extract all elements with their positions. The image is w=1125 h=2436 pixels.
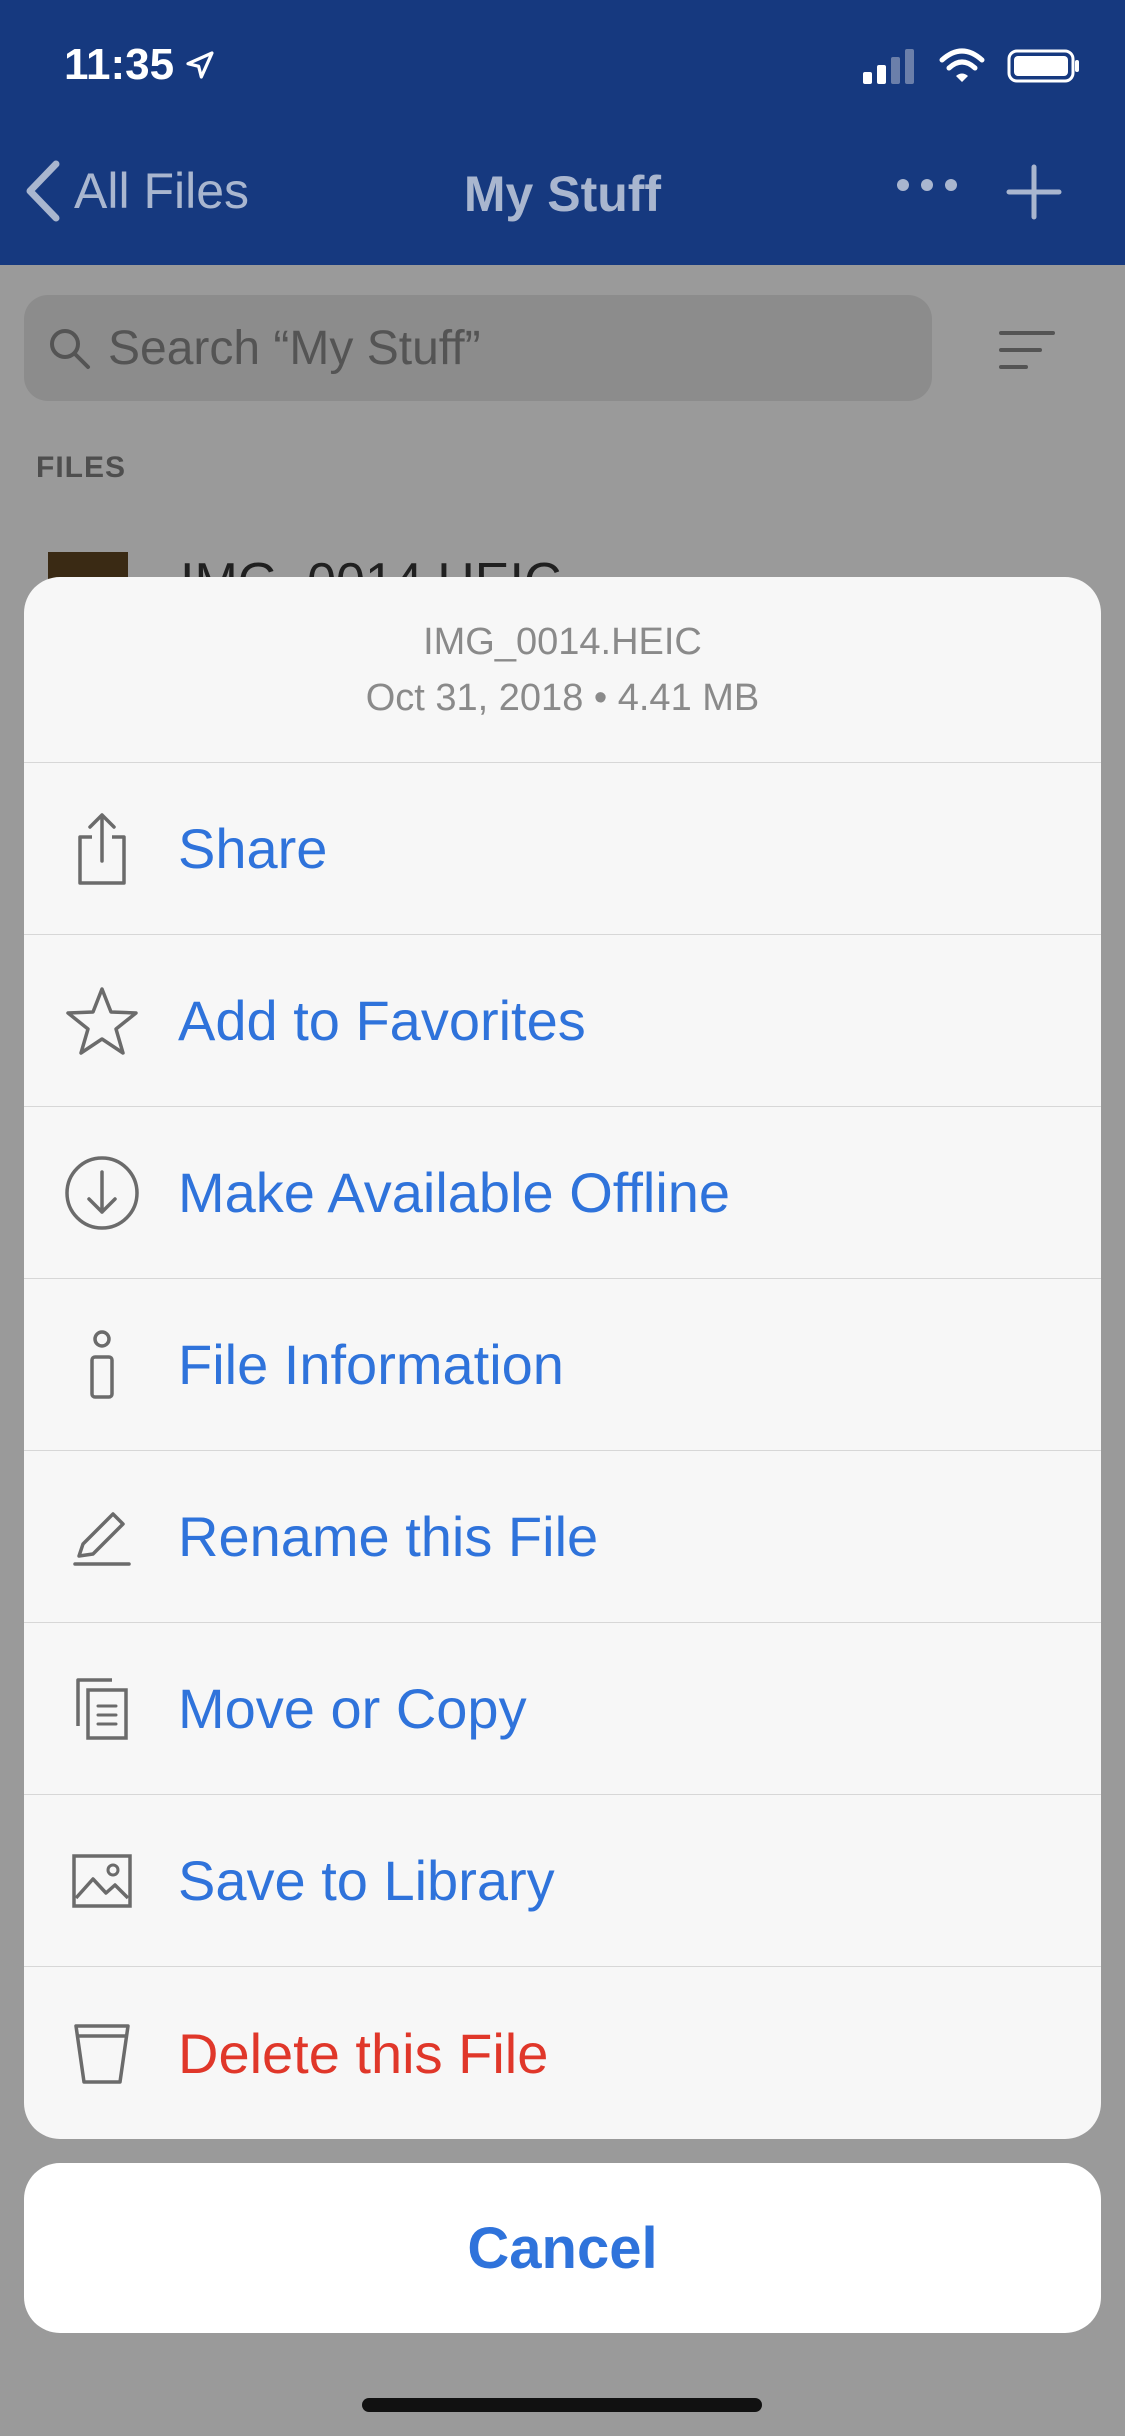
sheet-file-name: IMG_0014.HEIC	[423, 620, 702, 663]
search-placeholder: Search “My Stuff”	[108, 321, 481, 375]
add-button[interactable]	[1005, 163, 1063, 226]
battery-icon	[1007, 49, 1079, 83]
move-or-copy-action[interactable]: Move or Copy	[24, 1623, 1101, 1795]
share-label: Share	[178, 817, 328, 880]
action-sheet-header: IMG_0014.HEIC Oct 31, 2018 • 4.41 MB	[24, 577, 1101, 763]
files-section-label: FILES	[36, 451, 127, 484]
make-available-offline-action[interactable]: Make Available Offline	[24, 1107, 1101, 1279]
star-icon	[60, 979, 144, 1063]
download-circle-icon	[60, 1151, 144, 1235]
delete-file-label: Delete this File	[178, 2021, 549, 2085]
rename-file-label: Rename this File	[178, 1505, 599, 1568]
more-options-button[interactable]	[895, 175, 959, 200]
add-to-favorites-action[interactable]: Add to Favorites	[24, 935, 1101, 1107]
image-icon	[60, 1839, 144, 1923]
status-time-label: 11:35	[64, 40, 175, 89]
status-bar-indicators	[861, 48, 1081, 84]
share-action[interactable]: Share	[24, 763, 1101, 935]
info-icon	[60, 1323, 144, 1407]
file-information-action[interactable]: File Information	[24, 1279, 1101, 1451]
save-to-library-label: Save to Library	[178, 1849, 555, 1912]
cellular-signal-icon	[863, 49, 914, 84]
rename-file-action[interactable]: Rename this File	[24, 1451, 1101, 1623]
save-to-library-action[interactable]: Save to Library	[24, 1795, 1101, 1967]
search-icon	[50, 329, 90, 369]
sort-button[interactable]	[998, 329, 1056, 376]
move-or-copy-label: Move or Copy	[178, 1677, 527, 1740]
search-input[interactable]: Search “My Stuff”	[24, 295, 932, 401]
action-sheet: IMG_0014.HEIC Oct 31, 2018 • 4.41 MB Sha…	[24, 577, 1101, 2139]
add-to-favorites-label: Add to Favorites	[178, 989, 586, 1052]
make-available-offline-label: Make Available Offline	[178, 1161, 731, 1224]
delete-file-action[interactable]: Delete this File	[24, 1967, 1101, 2139]
more-dots-icon	[897, 179, 957, 191]
copy-icon	[60, 1667, 144, 1751]
navigation-header: 11:35 All Files My Stuff	[0, 0, 1125, 265]
trash-icon	[60, 2011, 144, 2095]
sort-lines-icon	[999, 331, 1055, 369]
pencil-icon	[60, 1495, 144, 1579]
location-arrow-icon	[186, 51, 214, 79]
file-information-label: File Information	[178, 1333, 564, 1396]
wifi-icon	[939, 48, 985, 82]
sheet-file-meta: Oct 31, 2018 • 4.41 MB	[365, 676, 760, 719]
status-bar-time: 11:35	[64, 40, 216, 90]
plus-icon	[1006, 164, 1062, 220]
cancel-button[interactable]: Cancel	[24, 2163, 1101, 2333]
share-icon	[60, 807, 144, 891]
home-indicator[interactable]	[362, 2398, 762, 2412]
